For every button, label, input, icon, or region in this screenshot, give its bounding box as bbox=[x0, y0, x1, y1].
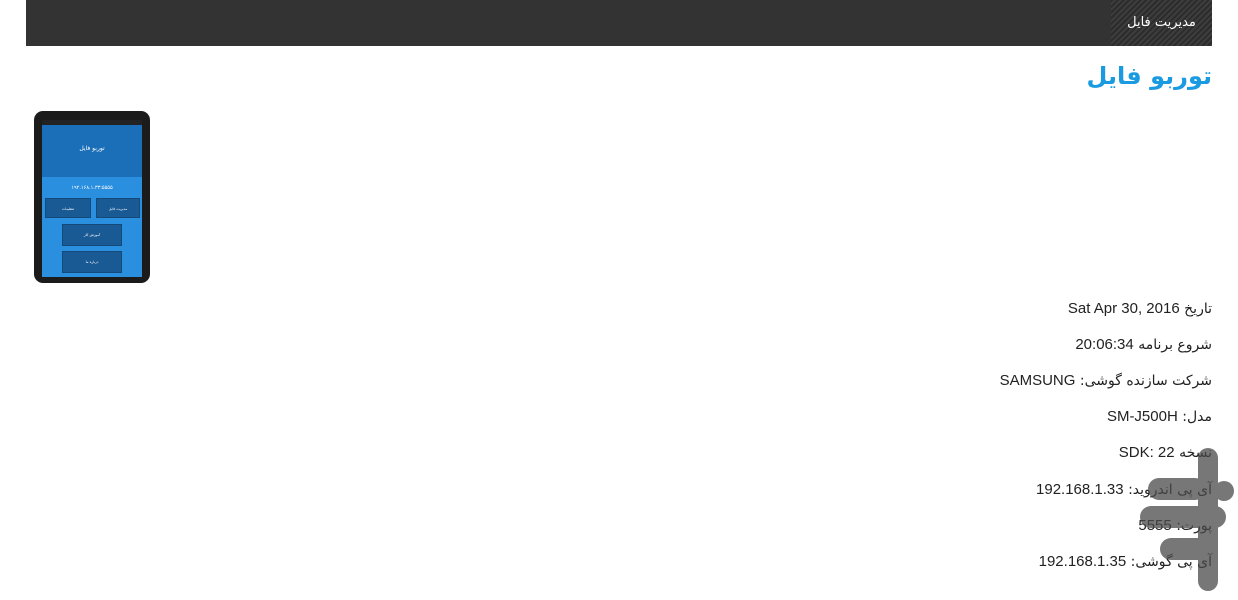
info-value: Sat Apr 30, 2016 bbox=[1067, 300, 1180, 317]
info-label: مدل: bbox=[1182, 409, 1212, 425]
info-value: 192.168.1.35 bbox=[1038, 553, 1127, 570]
phone-button: مدیریت فایل bbox=[96, 198, 140, 218]
info-value: 192.168.1.33 bbox=[1036, 481, 1124, 498]
info-date: تاریخ Sat Apr 30, 2016 bbox=[1068, 300, 1212, 317]
info-start-time: شروع برنامه 20:06:34 bbox=[1075, 336, 1212, 353]
phone-ip-text: ۱۹۲.۱۶۸.۱.۳۳:۵۵۵۵ bbox=[71, 185, 113, 191]
info-value: SAMSUNG bbox=[999, 372, 1076, 389]
phone-button: درباره ما bbox=[62, 251, 122, 273]
phone-app-header: توربو فایل bbox=[42, 125, 142, 177]
phone-screen: توربو فایل ۱۹۲.۱۶۸.۱.۳۳:۵۵۵۵ مدیریت فایل… bbox=[42, 120, 142, 277]
info-manufacturer: شرکت سازنده گوشی: SAMSUNG bbox=[1000, 372, 1212, 389]
info-label: تاریخ bbox=[1184, 301, 1212, 317]
info-value: 20:06:34 bbox=[1075, 336, 1134, 353]
info-label: شرکت سازنده گوشی: bbox=[1079, 373, 1212, 389]
phone-screenshot-image: توربو فایل ۱۹۲.۱۶۸.۱.۳۳:۵۵۵۵ مدیریت فایل… bbox=[34, 111, 150, 283]
info-model: مدل: SM-J500H bbox=[1107, 408, 1212, 425]
phone-button: تنظیمات bbox=[45, 198, 91, 218]
nav-tab-file-manager[interactable]: مدیریت فایل bbox=[1111, 0, 1212, 46]
info-label: شروع برنامه bbox=[1138, 337, 1212, 353]
info-value: SM-J500H bbox=[1106, 408, 1178, 425]
page-title: توربو فایل bbox=[1086, 62, 1212, 90]
top-navigation-bar: مدیریت فایل bbox=[26, 0, 1212, 46]
store-watermark-logo bbox=[1140, 448, 1234, 591]
phone-button: آموزش کار bbox=[62, 224, 122, 246]
